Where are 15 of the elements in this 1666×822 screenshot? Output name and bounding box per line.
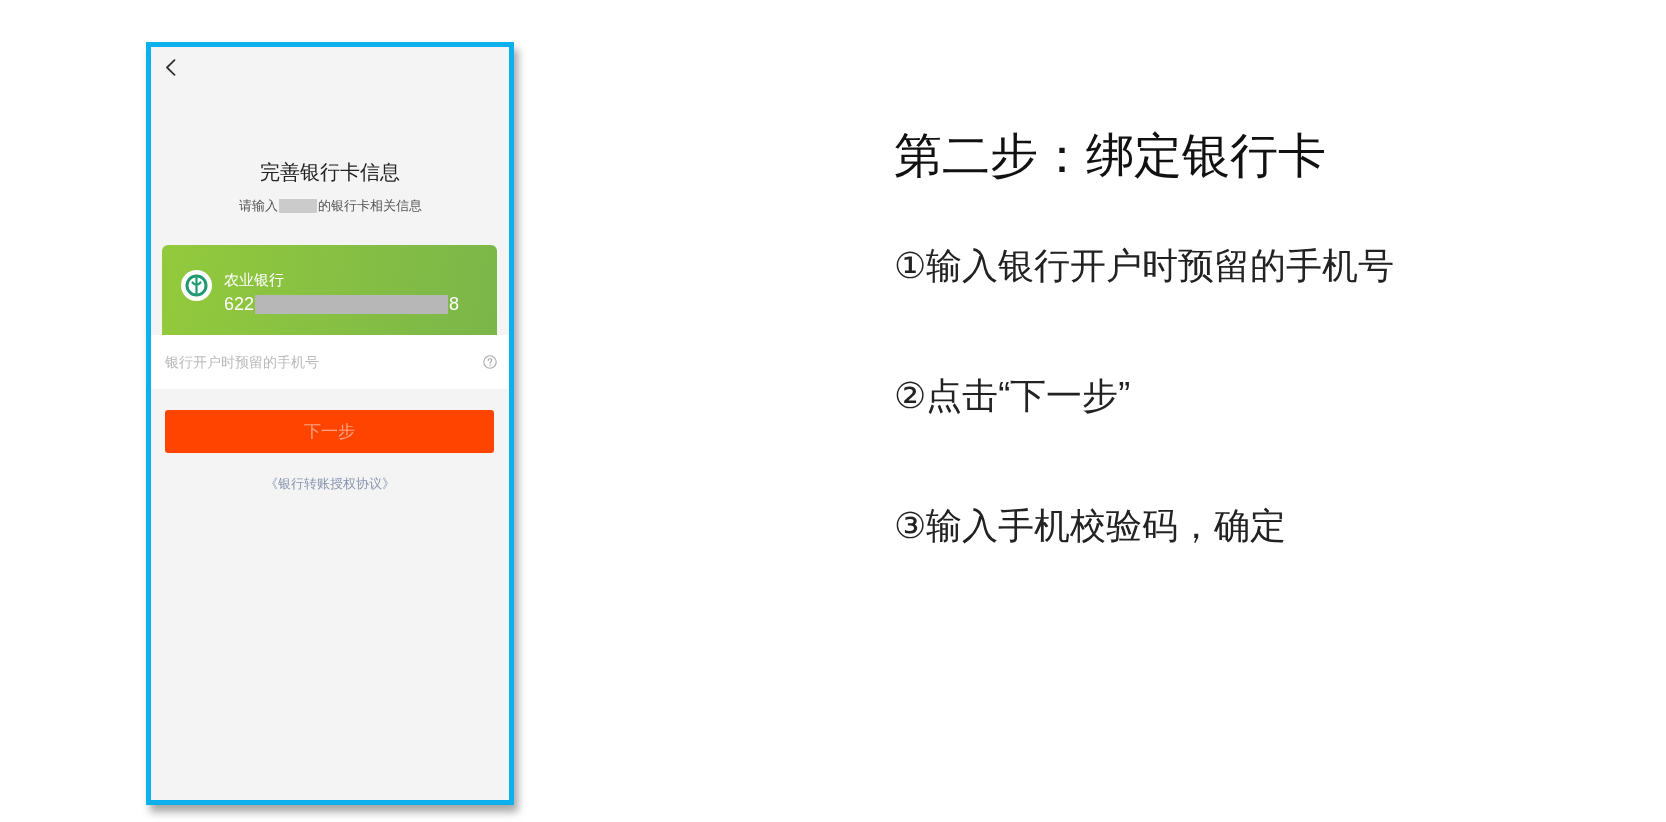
subtitle-text: 的银行卡相关信息 [317, 197, 422, 215]
card-number-text: 8 [449, 293, 460, 315]
agreement-link[interactable]: 《银行转账授权协议》 [265, 475, 395, 493]
screen-title: 完善银行卡信息 [260, 160, 400, 185]
bank-logo-icon [181, 270, 212, 301]
step-heading: 第二步：绑定银行卡 [894, 128, 1327, 184]
step-text: ①输入银行开户时预留的手机号 [894, 244, 1395, 287]
bank-name: 农业银行 [224, 270, 285, 290]
redaction-block [278, 199, 317, 213]
back-icon[interactable] [165, 59, 176, 76]
card-number-text: 622 [224, 293, 255, 315]
step-text: ③输入手机校验码，确定 [894, 504, 1288, 547]
step-text: ②点击“下一步” [894, 374, 1132, 417]
subtitle-text: 请输入 [238, 197, 278, 215]
phone-number-field[interactable]: 银行开户时预留的手机号 [151, 335, 509, 389]
